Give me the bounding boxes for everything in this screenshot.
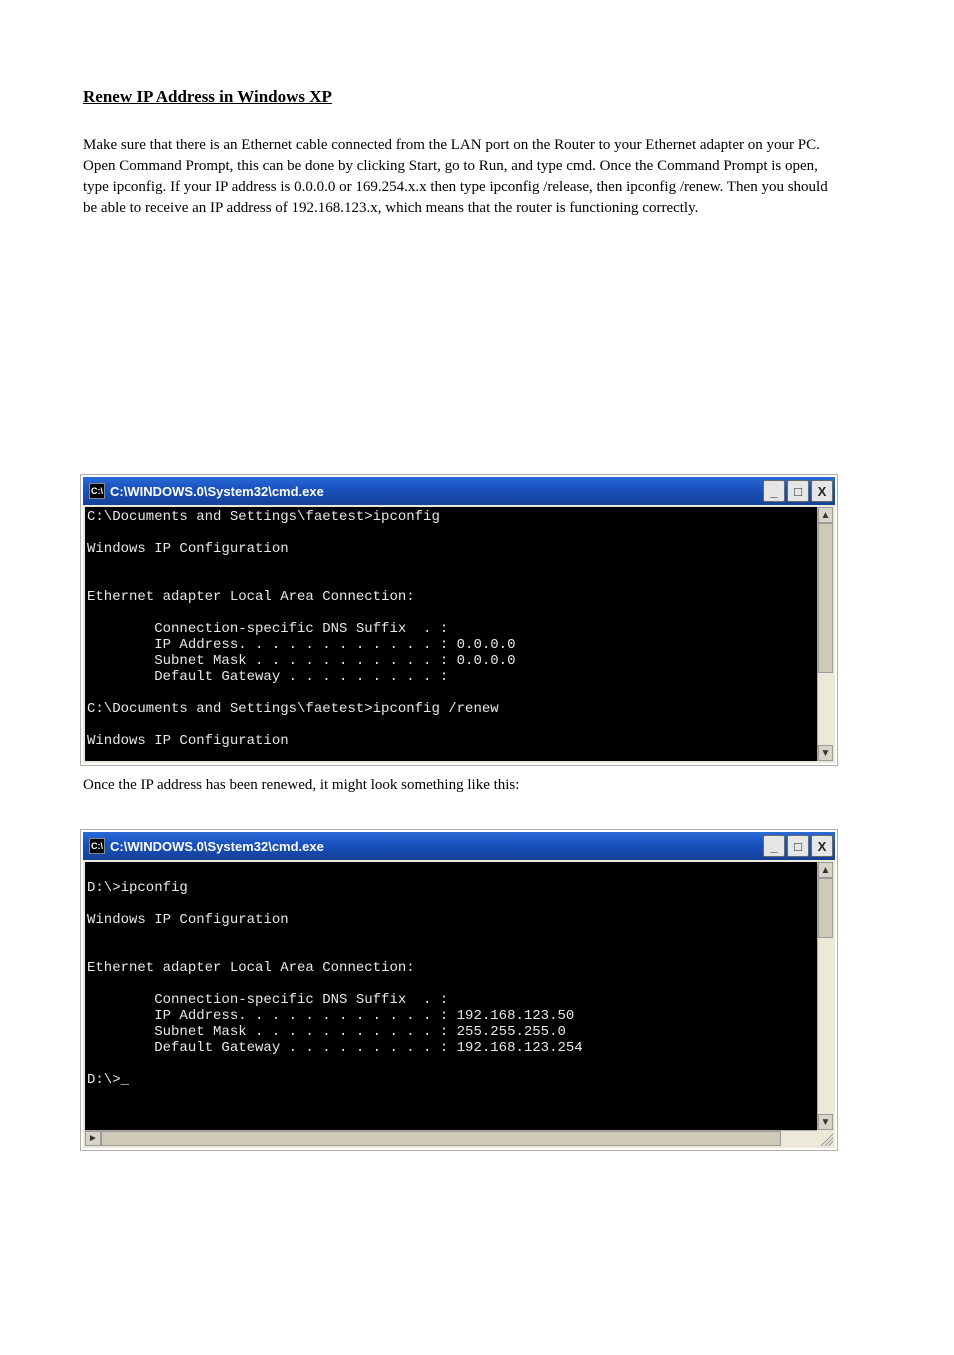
command-prompt-window: C:\ C:\WINDOWS.0\System32\cmd.exe _ □ X … — [81, 475, 837, 765]
scroll-thumb[interactable] — [818, 878, 833, 938]
vertical-scrollbar[interactable]: ▲ ▼ — [817, 507, 833, 761]
close-button[interactable]: X — [811, 480, 833, 502]
scroll-up-button[interactable]: ▲ — [818, 507, 833, 523]
vertical-scrollbar[interactable]: ▲ ▼ — [817, 862, 833, 1130]
section-heading: Renew IP Address in Windows XP — [83, 85, 833, 109]
scroll-right-button[interactable]: ► — [85, 1131, 101, 1146]
terminal-area: D:\>ipconfig Windows IP Configuration Et… — [83, 860, 835, 1148]
scroll-thumb[interactable] — [818, 523, 833, 673]
paragraph-text: Make sure that there is an Ethernet cabl… — [83, 135, 833, 219]
resize-grip[interactable] — [817, 1130, 833, 1146]
maximize-button[interactable]: □ — [787, 480, 809, 502]
minimize-button[interactable]: _ — [763, 480, 785, 502]
scroll-thumb[interactable] — [101, 1131, 781, 1146]
window-title: C:\WINDOWS.0\System32\cmd.exe — [110, 839, 763, 854]
cmd-icon: C:\ — [89, 483, 105, 499]
paragraph-text: Once the IP address has been renewed, it… — [83, 775, 833, 796]
scroll-down-button[interactable]: ▼ — [818, 745, 833, 761]
scroll-down-button[interactable]: ▼ — [818, 1114, 833, 1130]
minimize-button[interactable]: _ — [763, 835, 785, 857]
command-prompt-window: C:\ C:\WINDOWS.0\System32\cmd.exe _ □ X … — [81, 830, 837, 1150]
maximize-button[interactable]: □ — [787, 835, 809, 857]
instruction-paragraph-2: Once the IP address has been renewed, it… — [83, 775, 833, 810]
scroll-up-button[interactable]: ▲ — [818, 862, 833, 878]
titlebar[interactable]: C:\ C:\WINDOWS.0\System32\cmd.exe _ □ X — [83, 477, 835, 505]
window-title: C:\WINDOWS.0\System32\cmd.exe — [110, 484, 763, 499]
terminal-output[interactable]: D:\>ipconfig Windows IP Configuration Et… — [85, 862, 817, 1130]
terminal-area: C:\Documents and Settings\faetest>ipconf… — [83, 505, 835, 763]
cmd-icon: C:\ — [89, 838, 105, 854]
terminal-output[interactable]: C:\Documents and Settings\faetest>ipconf… — [85, 507, 817, 761]
horizontal-scrollbar[interactable]: ◄ ► — [85, 1130, 817, 1146]
close-button[interactable]: X — [811, 835, 833, 857]
titlebar[interactable]: C:\ C:\WINDOWS.0\System32\cmd.exe _ □ X — [83, 832, 835, 860]
instruction-paragraph: Make sure that there is an Ethernet cabl… — [83, 135, 833, 233]
